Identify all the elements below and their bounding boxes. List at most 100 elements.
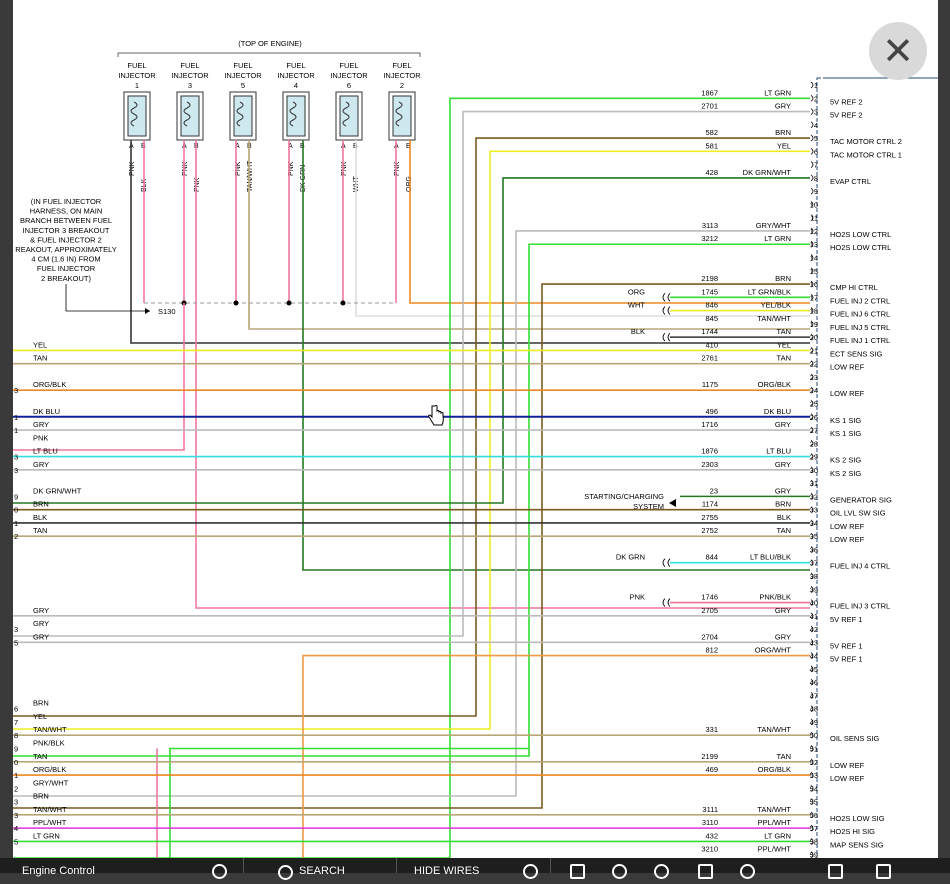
- pin-wire-color: LT GRN/BLK: [748, 287, 791, 296]
- pin-number: 9: [814, 187, 818, 196]
- top-of-engine-label: (TOP OF ENGINE): [238, 39, 302, 48]
- left-pin-fragment: 3: [14, 453, 18, 462]
- pin-circuit-number: 1745: [701, 287, 718, 296]
- wire-trunk-pin-13: [13, 243, 810, 757]
- pin-function-label: FUEL INJ 2 CTRL: [830, 296, 890, 305]
- hand-cursor-icon: [428, 405, 444, 426]
- left-pin-fragment: 3: [14, 798, 18, 807]
- pin-wire-color: TAN/WHT: [757, 725, 791, 734]
- left-wire-color-label: YEL: [33, 340, 47, 349]
- zoom-out-icon[interactable]: [612, 864, 627, 879]
- injector-label-2: INJECTOR: [383, 71, 421, 80]
- injector-label: FUEL: [180, 61, 199, 70]
- inline-wire-color-label: BLK: [631, 327, 645, 336]
- pin-wire-color: BRN: [775, 500, 791, 509]
- pin-number: 1: [814, 81, 818, 90]
- pin-wire-color: GRY: [775, 632, 791, 641]
- zoom-in-icon[interactable]: [654, 864, 669, 879]
- pin-function-label: LOW REF: [830, 761, 865, 770]
- pin-circuit-number: 1867: [701, 88, 718, 97]
- left-wire-color-label: DK BLU: [33, 407, 60, 416]
- injector-label-2: INJECTOR: [224, 71, 262, 80]
- pin-number: 2: [814, 94, 818, 103]
- pin-circuit-number: 846: [705, 301, 718, 310]
- pin-function-label: 5V REF 2: [830, 111, 863, 120]
- starting-charging-label-2: SYSTEM: [633, 502, 664, 511]
- left-wire-color-label: BRN: [33, 500, 49, 509]
- pin-circuit-number: 2303: [701, 460, 718, 469]
- close-button[interactable]: ✕: [869, 22, 927, 80]
- pin-number: 7: [814, 161, 818, 170]
- download-icon[interactable]: [828, 864, 843, 879]
- pin-circuit-number: 496: [705, 407, 718, 416]
- left-pin-fragment: 3: [14, 386, 18, 395]
- injector-label-2: INJECTOR: [118, 71, 156, 80]
- harness-note-line: 4 CM (1.6 IN) FROM: [31, 255, 100, 264]
- left-wire-color-label: TAN/WHT: [33, 805, 67, 814]
- hide-wires-button[interactable]: HIDE WIRES: [414, 858, 479, 877]
- pin-wire-color: PPL/WHT: [758, 818, 792, 827]
- pin-circuit-number: 582: [705, 128, 718, 137]
- search-button[interactable]: SEARCH: [278, 858, 345, 880]
- inline-connector-icon: [662, 332, 671, 342]
- fullscreen-icon[interactable]: [876, 864, 891, 879]
- inline-connector-icon: [662, 306, 671, 315]
- injector-number: 4: [294, 81, 298, 90]
- print-icon[interactable]: [570, 864, 585, 879]
- pin-terminal-icon: [810, 174, 814, 182]
- pin-wire-color: PNK/BLK: [759, 593, 791, 602]
- left-pin-fragment: 8: [14, 731, 18, 740]
- undo-icon[interactable]: [523, 864, 538, 879]
- search-button-label: SEARCH: [299, 865, 345, 877]
- wire-trunk-pin-5: [13, 137, 810, 717]
- pin-wire-color: TAN: [777, 526, 791, 535]
- pin-function-label: TAC MOTOR CTRL 2: [830, 137, 902, 146]
- pin-circuit-number: 2755: [701, 513, 718, 522]
- pin-wire-color: ORG/BLK: [758, 380, 791, 389]
- pin-function-label: LOW REF: [830, 522, 865, 531]
- splice-dot: [233, 300, 239, 306]
- left-pin-fragment: 9: [14, 745, 18, 754]
- left-pin-fragment: 6: [14, 705, 18, 714]
- harness-note-line: 2 BREAKOUT): [41, 274, 92, 283]
- splice-label: S130: [158, 307, 176, 316]
- pin-circuit-number: 410: [705, 340, 718, 349]
- toolbar-divider: [396, 858, 397, 873]
- left-wire-color-label: BRN: [33, 792, 49, 801]
- injector-pin-b-color: TAN/WHT: [247, 160, 254, 192]
- left-wire-color-label: YEL: [33, 712, 47, 721]
- injector-label: FUEL: [339, 61, 358, 70]
- left-pin-fragment: 1: [14, 426, 18, 435]
- pin-function-label: KS 2 SIG: [830, 469, 861, 478]
- pin-function-label: KS 2 SIG: [830, 456, 861, 465]
- redo-icon[interactable]: [740, 864, 755, 879]
- pin-wire-color: LT GRN: [764, 831, 791, 840]
- wire-trunk-pin-8: [13, 177, 810, 504]
- pin-wire-color: YEL: [777, 141, 791, 150]
- pin-circuit-number: 812: [705, 646, 718, 655]
- left-wire-color-label: PPL/WHT: [33, 818, 67, 827]
- left-pin-fragment: 5: [14, 837, 18, 846]
- pin-wire-color: DK BLU: [764, 407, 791, 416]
- settings-icon[interactable]: [698, 864, 713, 879]
- injector-pin-a-color: PNK: [182, 161, 189, 176]
- pin-function-label: KS 1 SIG: [830, 416, 861, 425]
- wire-inj4-b: [302, 140, 810, 571]
- left-pin-fragment: 2: [14, 532, 18, 541]
- left-pin-fragment: 3: [14, 466, 18, 475]
- pin-function-label: LOW REF: [830, 535, 865, 544]
- left-wire-color-label: GRY: [33, 632, 49, 641]
- left-wire-color-label: ORG/BLK: [33, 380, 66, 389]
- pin-function-label: HO2S LOW CTRL: [830, 230, 891, 239]
- pin-terminal-icon: [810, 161, 814, 168]
- injector-label-2: INJECTOR: [171, 71, 209, 80]
- pin-terminal-icon: [810, 94, 814, 102]
- left-wire-color-label: GRY/WHT: [33, 778, 69, 787]
- pin-wire-color: GRY: [775, 460, 791, 469]
- injector-label: FUEL: [392, 61, 411, 70]
- note-arrow-icon: [145, 308, 150, 314]
- pin-function-label: HO2S LOW SIG: [830, 814, 885, 823]
- inline-connector-icon: [662, 558, 671, 568]
- pin-function-label: FUEL INJ 1 CTRL: [830, 336, 890, 345]
- info-icon[interactable]: [212, 864, 227, 879]
